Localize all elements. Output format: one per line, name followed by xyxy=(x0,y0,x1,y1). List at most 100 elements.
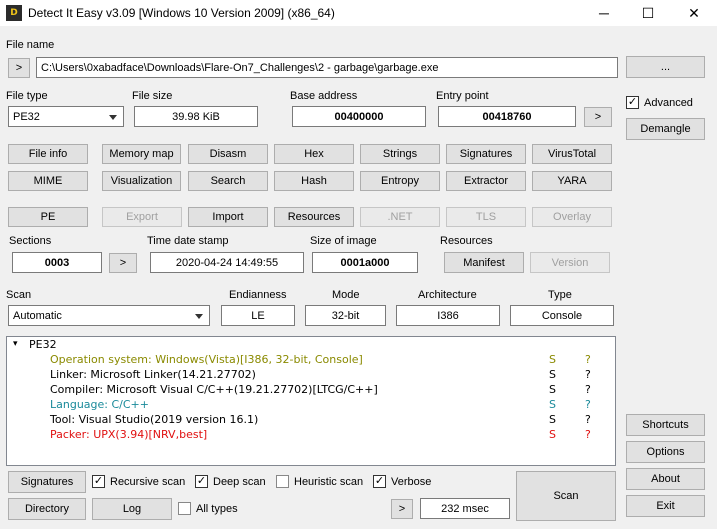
file-size-label: File size xyxy=(132,90,173,102)
result-signature-link[interactable]: S xyxy=(549,353,556,366)
result-signature-link[interactable]: S xyxy=(549,428,556,441)
mode-label: Mode xyxy=(332,289,360,301)
import-button[interactable]: Import xyxy=(188,207,268,227)
advanced-checkbox[interactable]: ✓ Advanced xyxy=(626,96,693,109)
recursive-scan-checkbox[interactable]: ✓ Recursive scan xyxy=(92,475,185,488)
result-info-link[interactable]: ? xyxy=(585,353,591,366)
size-of-image-field: 0001a000 xyxy=(312,252,418,273)
demangle-button[interactable]: Demangle xyxy=(626,118,705,140)
log-button[interactable]: Log xyxy=(92,498,172,520)
maximize-button[interactable]: ☐ xyxy=(625,0,671,26)
size-of-image-label: Size of image xyxy=(310,235,377,247)
file-type-value: PE32 xyxy=(13,110,40,123)
verbose-checkbox[interactable]: ✓ Verbose xyxy=(373,475,431,488)
result-info-link[interactable]: ? xyxy=(585,413,591,426)
time-date-stamp-label: Time date stamp xyxy=(147,235,229,247)
export-button[interactable]: Export xyxy=(102,207,182,227)
file-info-button[interactable]: File info xyxy=(8,144,88,164)
dotnet-button[interactable]: .NET xyxy=(360,207,440,227)
resources-label: Resources xyxy=(440,235,493,247)
architecture-field: I386 xyxy=(396,305,500,326)
result-info-link[interactable]: ? xyxy=(585,383,591,396)
time-date-stamp-field: 2020-04-24 14:49:55 xyxy=(150,252,304,273)
tls-button[interactable]: TLS xyxy=(446,207,526,227)
search-button[interactable]: Search xyxy=(188,171,268,191)
minimize-button[interactable]: ─ xyxy=(581,0,627,26)
verbose-label: Verbose xyxy=(391,475,432,488)
scan-time-field: 232 msec xyxy=(420,498,510,519)
manifest-button[interactable]: Manifest xyxy=(444,252,524,273)
base-address-field: 00400000 xyxy=(292,106,426,127)
checkmark-icon: ✓ xyxy=(92,475,105,488)
result-tool[interactable]: Tool: Visual Studio(2019 version 16.1) xyxy=(50,413,258,426)
sections-go-button[interactable]: > xyxy=(109,253,137,273)
directory-button[interactable]: Directory xyxy=(8,498,86,520)
all-types-label: All types xyxy=(196,502,238,515)
exit-button[interactable]: Exit xyxy=(626,495,705,517)
chevron-down-icon xyxy=(109,114,117,120)
result-packer[interactable]: Packer: UPX(3.94)[NRV,best] xyxy=(50,428,207,441)
close-button[interactable]: ✕ xyxy=(671,0,717,26)
file-type-select[interactable]: PE32 xyxy=(8,106,124,127)
results-root-item[interactable]: PE32 xyxy=(29,338,57,351)
visualization-button[interactable]: Visualization xyxy=(102,171,181,191)
result-signature-link[interactable]: S xyxy=(549,398,556,411)
hex-button[interactable]: Hex xyxy=(274,144,354,164)
result-language[interactable]: Language: C/C++ xyxy=(50,398,149,411)
file-size-field: 39.98 KiB xyxy=(134,106,258,127)
result-signature-link[interactable]: S xyxy=(549,368,556,381)
deep-scan-checkbox[interactable]: ✓ Deep scan xyxy=(195,475,266,488)
recursive-scan-label: Recursive scan xyxy=(110,475,186,488)
shortcuts-button[interactable]: Shortcuts xyxy=(626,414,705,436)
advanced-label: Advanced xyxy=(644,96,693,109)
result-signature-link[interactable]: S xyxy=(549,383,556,396)
results-tree[interactable]: ▾ PE32 Operation system: Windows(Vista)[… xyxy=(6,336,616,466)
signatures-button[interactable]: Signatures xyxy=(8,471,86,493)
result-operation-system[interactable]: Operation system: Windows(Vista)[I386, 3… xyxy=(50,353,363,366)
pe-button[interactable]: PE xyxy=(8,207,88,227)
type-field: Console xyxy=(510,305,614,326)
options-button[interactable]: Options xyxy=(626,441,705,463)
checkmark-icon: ✓ xyxy=(373,475,386,488)
extractor-button[interactable]: Extractor xyxy=(446,171,526,191)
sections-label: Sections xyxy=(9,235,52,247)
overlay-button[interactable]: Overlay xyxy=(532,207,612,227)
endianness-label: Endianness xyxy=(229,289,287,301)
result-info-link[interactable]: ? xyxy=(585,398,591,411)
entry-point-go-button[interactable]: > xyxy=(584,107,612,127)
strings-button[interactable]: Strings xyxy=(360,144,440,164)
scan-mode-select[interactable]: Automatic xyxy=(8,305,210,326)
result-compiler[interactable]: Compiler: Microsoft Visual C/C++(19.21.2… xyxy=(50,383,378,396)
window-title: Detect It Easy v3.09 [Windows 10 Version… xyxy=(28,6,335,20)
endianness-field: LE xyxy=(221,305,295,326)
result-linker[interactable]: Linker: Microsoft Linker(14.21.27702) xyxy=(50,368,256,381)
heuristic-scan-checkbox[interactable]: Heuristic scan xyxy=(276,475,363,488)
result-signature-link[interactable]: S xyxy=(549,413,556,426)
checkmark-icon: ✓ xyxy=(626,96,639,109)
memory-map-button[interactable]: Memory map xyxy=(102,144,181,164)
result-info-link[interactable]: ? xyxy=(585,368,591,381)
signatures-tool-button[interactable]: Signatures xyxy=(446,144,526,164)
version-button[interactable]: Version xyxy=(530,252,610,273)
result-info-link[interactable]: ? xyxy=(585,428,591,441)
deep-scan-label: Deep scan xyxy=(213,475,266,488)
sections-field: 0003 xyxy=(12,252,102,273)
entropy-button[interactable]: Entropy xyxy=(360,171,440,191)
next-arrow-button[interactable]: > xyxy=(391,499,413,519)
about-button[interactable]: About xyxy=(626,468,705,490)
all-types-checkbox[interactable]: All types xyxy=(178,502,238,515)
scan-button[interactable]: Scan xyxy=(516,471,616,521)
mime-button[interactable]: MIME xyxy=(8,171,88,191)
yara-button[interactable]: YARA xyxy=(532,171,612,191)
virustotal-button[interactable]: VirusTotal xyxy=(532,144,612,164)
file-open-arrow-button[interactable]: > xyxy=(8,58,30,78)
heuristic-scan-label: Heuristic scan xyxy=(294,475,364,488)
expand-toggle-icon[interactable]: ▾ xyxy=(13,339,18,349)
type-label: Type xyxy=(548,289,572,301)
file-path-field[interactable]: C:\Users\0xabadface\Downloads\Flare-On7_… xyxy=(36,57,618,78)
browse-button[interactable]: ... xyxy=(626,56,705,78)
resources-button[interactable]: Resources xyxy=(274,207,354,227)
disasm-button[interactable]: Disasm xyxy=(188,144,268,164)
chevron-down-icon xyxy=(195,313,203,319)
hash-button[interactable]: Hash xyxy=(274,171,354,191)
